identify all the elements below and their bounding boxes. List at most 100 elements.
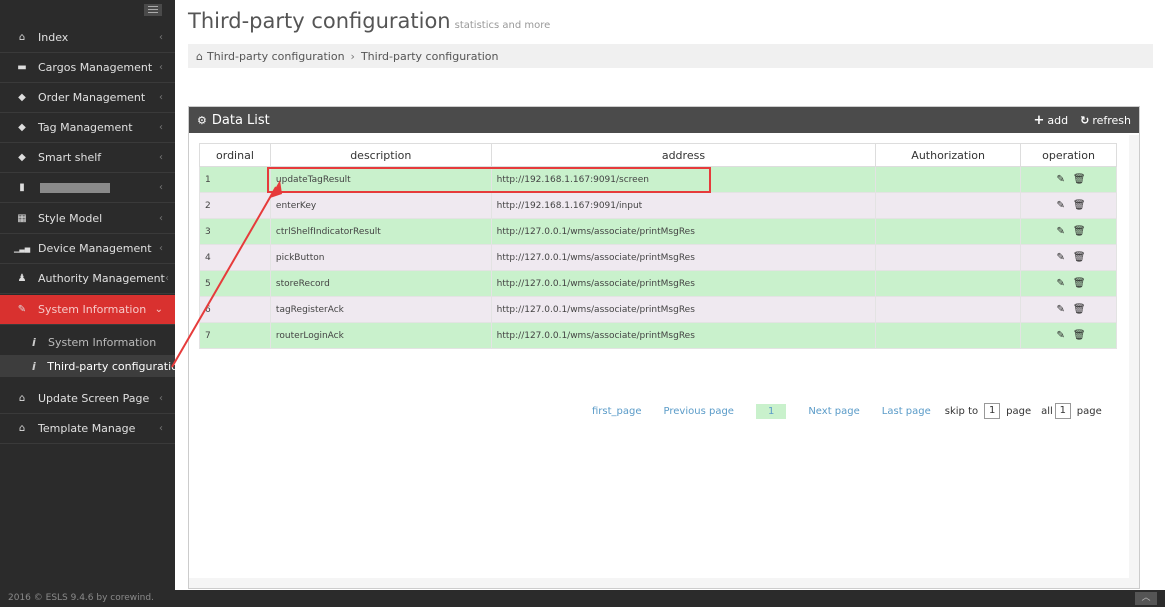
footer: 2016 © ESLS 9.4.6 by corewind. ︿ — [0, 590, 1165, 607]
cell-authorization — [875, 192, 1022, 219]
sidebar-item-template-manage[interactable]: ⌂ Template Manage ‹ — [0, 414, 175, 444]
column-header[interactable]: address — [490, 143, 877, 167]
sidebar-item-system-information[interactable]: ✎ System Information ⌄ — [0, 295, 175, 325]
menu-toggle-icon[interactable] — [144, 4, 162, 16]
sidebar-item-index[interactable]: ⌂ Index ‹ — [0, 23, 175, 53]
column-header[interactable]: Authorization — [875, 143, 1022, 167]
skip-to-input[interactable]: 1 — [984, 403, 1001, 419]
next-page-link[interactable]: Next page — [808, 406, 859, 417]
edit-icon: ✎ — [17, 304, 27, 315]
sidebar-item-authority-management[interactable]: ♟ Authority Management ‹ — [0, 264, 175, 294]
sidebar-item-blurred[interactable]: ▮ ‹ — [0, 173, 175, 203]
cell-ordinal: 3 — [199, 218, 271, 245]
sidebar-item-update-screen-page[interactable]: ⌂ Update Screen Page ‹ — [0, 384, 175, 414]
page-title-text: Third-party configuration — [188, 9, 451, 33]
sidebar-item-label: Template Manage — [38, 422, 136, 435]
first-page-link[interactable]: first_page — [592, 406, 642, 417]
refresh-label: refresh — [1092, 113, 1131, 127]
cell-description: tagRegisterAck — [269, 296, 492, 323]
sidebar-subitem-third-party-configuration[interactable]: i Third-party configuration — [0, 355, 175, 377]
previous-page-link[interactable]: Previous page — [664, 406, 734, 417]
cell-address: http://127.0.0.1/wms/associate/printMsgR… — [490, 322, 877, 349]
trash-icon[interactable]: 🗑 — [1073, 252, 1086, 263]
sidebar-subitem-label: Third-party configuration — [47, 359, 175, 373]
chevron-left-icon: ‹ — [165, 273, 169, 284]
edit-icon[interactable]: ✎ — [1056, 278, 1064, 289]
add-button[interactable]: + add — [1033, 113, 1068, 128]
tags-icon: ◆ — [18, 122, 26, 133]
breadcrumb-separator-icon: › — [350, 49, 355, 63]
cell-description: storeRecord — [269, 270, 492, 297]
edit-icon[interactable]: ✎ — [1056, 252, 1064, 263]
edit-icon[interactable]: ✎ — [1056, 226, 1064, 237]
panel-header: ⚙ Data List + add ↻ refresh — [189, 107, 1139, 133]
sidebar-item-label: Update Screen Page — [38, 392, 150, 405]
page-subtitle: statistics and more — [454, 20, 551, 31]
sidebar-item-cargos-management[interactable]: ▬ Cargos Management ‹ — [0, 53, 175, 83]
column-header[interactable]: operation — [1020, 143, 1117, 167]
refresh-button[interactable]: ↻ refresh — [1080, 114, 1131, 127]
sidebar-item-style-model[interactable]: ▦ Style Model ‹ — [0, 204, 175, 234]
trash-icon[interactable]: 🗑 — [1073, 200, 1086, 211]
sidebar-item-label: Order Management — [38, 91, 146, 104]
trash-icon[interactable]: 🗑 — [1073, 330, 1086, 341]
breadcrumb-item[interactable]: Third-party configuration — [207, 50, 345, 63]
sidebar-item-label: Tag Management — [38, 121, 133, 134]
cell-operation: ✎ 🗑 — [1020, 270, 1117, 297]
sidebar-item-tag-management[interactable]: ◆ Tag Management ‹ — [0, 113, 175, 143]
cell-address: http://127.0.0.1/wms/associate/printMsgR… — [490, 270, 877, 297]
table-row: 2 enterKey http://192.168.1.167:9091/inp… — [199, 192, 1117, 219]
cell-operation: ✎ 🗑 — [1020, 192, 1117, 219]
sidebar-item-device-management[interactable]: ▁▃▅ Device Management ‹ — [0, 234, 175, 264]
chevron-left-icon: ‹ — [159, 92, 163, 103]
tag-icon: ◆ — [18, 152, 26, 163]
sidebar-item-label: Device Management — [38, 242, 152, 255]
edit-icon[interactable]: ✎ — [1056, 200, 1064, 211]
column-header[interactable]: description — [269, 143, 492, 167]
cell-operation: ✎ 🗑 — [1020, 296, 1117, 323]
tag-icon: ◆ — [18, 92, 26, 103]
cell-address: http://127.0.0.1/wms/associate/printMsgR… — [490, 218, 877, 245]
sidebar-item-label: Style Model — [38, 212, 103, 225]
page-label: page — [1006, 405, 1032, 417]
footer-text: 2016 © ESLS 9.4.6 by corewind. — [8, 593, 154, 603]
home-icon: ⌂ — [18, 32, 26, 43]
trash-icon[interactable]: 🗑 — [1073, 304, 1086, 315]
edit-icon[interactable]: ✎ — [1056, 330, 1064, 341]
sidebar-item-order-management[interactable]: ◆ Order Management ‹ — [0, 83, 175, 113]
horizontal-scrollbar[interactable] — [189, 578, 1139, 588]
chevron-left-icon: ‹ — [159, 243, 163, 254]
pagination: first_page Previous page 1 Next page Las… — [592, 402, 1102, 420]
sidebar-item-label: Index — [38, 31, 69, 44]
sidebar-item-label: Authority Management — [38, 272, 165, 285]
vertical-scrollbar[interactable] — [1129, 135, 1139, 587]
sidebar-item-smart-shelf[interactable]: ◆ Smart shelf ‹ — [0, 143, 175, 173]
highlight-box — [267, 167, 711, 193]
sidebar-subitem-system-information[interactable]: i System Information — [0, 331, 175, 353]
chevron-up-icon[interactable]: ︿ — [1135, 592, 1157, 605]
chevron-left-icon: ‹ — [159, 393, 163, 404]
chevron-left-icon: ‹ — [159, 152, 163, 163]
trash-icon[interactable]: 🗑 — [1073, 278, 1086, 289]
last-page-link[interactable]: Last page — [882, 406, 931, 417]
cell-address: http://127.0.0.1/wms/associate/printMsgR… — [490, 296, 877, 323]
cell-ordinal: 2 — [199, 192, 271, 219]
cell-address: http://192.168.1.167:9091/input — [490, 192, 877, 219]
blurred-icon: ▮ — [19, 182, 25, 193]
table-header-row: ordinal description address Authorizatio… — [199, 143, 1117, 167]
column-header[interactable]: ordinal — [199, 143, 271, 167]
cell-authorization — [875, 166, 1022, 193]
edit-icon[interactable]: ✎ — [1056, 174, 1064, 185]
edit-icon[interactable]: ✎ — [1056, 304, 1064, 315]
trash-icon[interactable]: 🗑 — [1073, 226, 1086, 237]
table-row: 5 storeRecord http://127.0.0.1/wms/assoc… — [199, 270, 1117, 297]
panel-actions: + add ↻ refresh — [1033, 107, 1131, 133]
home-icon: ⌂ — [196, 49, 203, 63]
blurred-label — [40, 182, 110, 193]
cell-authorization — [875, 296, 1022, 323]
sidebar-item-label: System Information — [38, 303, 147, 316]
cell-ordinal: 1 — [199, 166, 271, 193]
info-icon: i — [32, 335, 36, 349]
table-row: 6 tagRegisterAck http://127.0.0.1/wms/as… — [199, 296, 1117, 323]
trash-icon[interactable]: 🗑 — [1073, 174, 1086, 185]
